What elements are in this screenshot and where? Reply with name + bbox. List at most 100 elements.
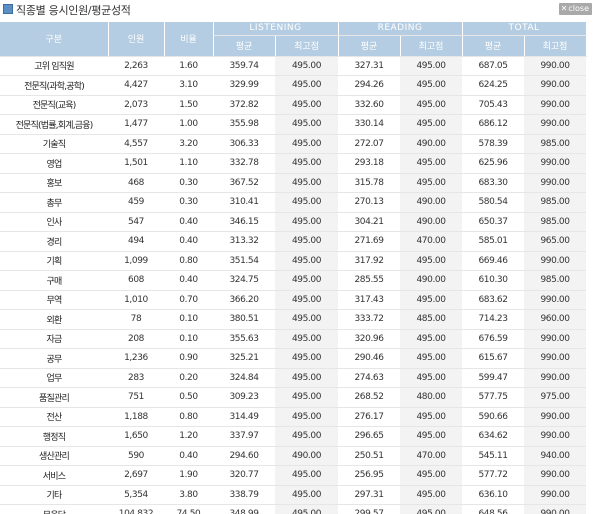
- cell-listening-avg: 310.41: [213, 192, 275, 213]
- cell-category: 자금: [0, 329, 108, 349]
- cell-listening-avg: 351.54: [213, 251, 275, 271]
- cell-reading-avg: 274.63: [338, 368, 401, 388]
- cell-total-avg: 625.96: [462, 153, 525, 174]
- cell-reading-avg: 268.52: [338, 387, 401, 408]
- close-icon: ✕: [560, 4, 568, 13]
- cell-reading-avg: 327.31: [338, 56, 401, 76]
- cell-ratio: 1.50: [164, 95, 213, 115]
- cell-total-max: 960.00: [524, 309, 587, 330]
- cell-reading-avg: 332.60: [338, 95, 401, 115]
- cell-reading-avg: 296.65: [338, 426, 401, 447]
- cell-listening-max: 495.00: [275, 504, 339, 514]
- cell-category: 외환: [0, 309, 108, 330]
- cell-total-avg: 634.62: [462, 426, 525, 447]
- cell-listening-max: 495.00: [275, 368, 339, 388]
- cell-total-max: 990.00: [524, 173, 587, 193]
- cell-category: 기타: [0, 485, 108, 505]
- cell-reading-avg: 272.07: [338, 134, 401, 154]
- cell-reading-avg: 299.57: [338, 504, 401, 514]
- cell-total-max: 990.00: [524, 504, 587, 514]
- cell-category: 총무: [0, 192, 108, 213]
- cell-category: 고위 임직원: [0, 56, 108, 76]
- cell-count: 468: [108, 173, 164, 193]
- cell-ratio: 0.50: [164, 387, 213, 408]
- close-button[interactable]: ✕close: [558, 3, 592, 15]
- cell-total-max: 940.00: [524, 446, 587, 466]
- cell-total-max: 985.00: [524, 212, 587, 232]
- cell-reading-max: 495.00: [400, 407, 463, 427]
- cell-listening-avg: 325.21: [213, 348, 275, 369]
- cell-total-max: 990.00: [524, 407, 587, 427]
- cell-reading-max: 495.00: [400, 173, 463, 193]
- cell-listening-max: 495.00: [275, 134, 339, 154]
- cell-category: 홍보: [0, 173, 108, 193]
- col-listening-avg: 평균: [213, 35, 276, 57]
- cell-category: 업무: [0, 368, 108, 388]
- cell-count: 5,354: [108, 485, 164, 505]
- cell-category: 서비스: [0, 465, 108, 486]
- cell-count: 590: [108, 446, 164, 466]
- cell-category: 기획: [0, 251, 108, 271]
- cell-listening-max: 495.00: [275, 270, 339, 291]
- cell-count: 1,099: [108, 251, 164, 271]
- col-total-avg: 평균: [462, 35, 525, 57]
- table-row: 총무 459 0.30 310.41 495.00 270.13 490.00 580.54 9…: [0, 192, 587, 213]
- cell-category: 기술직: [0, 134, 108, 154]
- cell-reading-avg: 315.78: [338, 173, 401, 193]
- cell-reading-max: 495.00: [400, 329, 463, 349]
- col-ratio: 비율: [164, 22, 214, 57]
- cell-total-avg: 577.75: [462, 387, 525, 408]
- title-bar: 직종별 응시인원/평균성적 ✕close: [0, 0, 600, 20]
- table-row: 외환 78 0.10 380.51 495.00 333.72 485.00 714.23 96…: [0, 309, 587, 330]
- cell-reading-avg: 270.13: [338, 192, 401, 213]
- cell-total-avg: 687.05: [462, 56, 525, 76]
- cell-total-avg: 669.46: [462, 251, 525, 271]
- cell-listening-avg: 294.60: [213, 446, 275, 466]
- cell-count: 547: [108, 212, 164, 232]
- cell-count: 1,650: [108, 426, 164, 447]
- cell-category: 전문직(교육): [0, 95, 108, 115]
- cell-reading-avg: 276.17: [338, 407, 401, 427]
- cell-count: 1,477: [108, 114, 164, 135]
- table-row: 행정직 1,650 1.20 337.97 495.00 296.65 495.00 634.…: [0, 426, 587, 447]
- table-row: 서비스 2,697 1.90 320.77 495.00 256.95 495.00 577.…: [0, 465, 587, 486]
- cell-reading-avg: 320.96: [338, 329, 401, 349]
- cell-listening-avg: 314.49: [213, 407, 275, 427]
- cell-listening-max: 495.00: [275, 153, 339, 174]
- cell-count: 78: [108, 309, 164, 330]
- table-row: 홍보 468 0.30 367.52 495.00 315.78 495.00 683.30 9…: [0, 173, 587, 193]
- cell-total-avg: 683.30: [462, 173, 525, 193]
- cell-listening-avg: 346.15: [213, 212, 275, 232]
- cell-ratio: 0.70: [164, 290, 213, 310]
- cell-total-max: 990.00: [524, 251, 587, 271]
- cell-category: 품질관리: [0, 387, 108, 408]
- table-row: 자금 208 0.10 355.63 495.00 320.96 495.00 676.59 9…: [0, 329, 587, 349]
- cell-listening-avg: 355.98: [213, 114, 275, 135]
- cell-reading-max: 490.00: [400, 134, 463, 154]
- cell-listening-max: 495.00: [275, 192, 339, 213]
- cell-count: 208: [108, 329, 164, 349]
- table-row: 전문직(교육) 2,073 1.50 372.82 495.00 332.60 495.00…: [0, 95, 587, 115]
- cell-ratio: 74.50: [164, 504, 213, 514]
- cell-reading-max: 495.00: [400, 348, 463, 369]
- cell-total-avg: 599.47: [462, 368, 525, 388]
- cell-ratio: 1.10: [164, 153, 213, 174]
- cell-count: 608: [108, 270, 164, 291]
- cell-reading-max: 495.00: [400, 251, 463, 271]
- cell-ratio: 1.00: [164, 114, 213, 135]
- cell-reading-max: 480.00: [400, 387, 463, 408]
- col-listening-max: 최고점: [275, 35, 339, 57]
- cell-total-max: 985.00: [524, 134, 587, 154]
- cell-total-avg: 577.72: [462, 465, 525, 486]
- cell-listening-avg: 372.82: [213, 95, 275, 115]
- table-row: 생산관리 590 0.40 294.60 490.00 250.51 470.00 545.1…: [0, 446, 587, 466]
- table-row: 구매 608 0.40 324.75 495.00 285.55 490.00 610.30 9…: [0, 270, 587, 291]
- cell-listening-avg: 367.52: [213, 173, 275, 193]
- cell-ratio: 0.40: [164, 270, 213, 291]
- cell-listening-max: 495.00: [275, 251, 339, 271]
- table-row: 전문직(법률,회계,금융) 1,477 1.00 355.98 495.00 330.14…: [0, 114, 587, 135]
- cell-listening-max: 495.00: [275, 95, 339, 115]
- cell-total-avg: 650.37: [462, 212, 525, 232]
- col-reading-max: 최고점: [400, 35, 463, 57]
- cell-total-max: 985.00: [524, 270, 587, 291]
